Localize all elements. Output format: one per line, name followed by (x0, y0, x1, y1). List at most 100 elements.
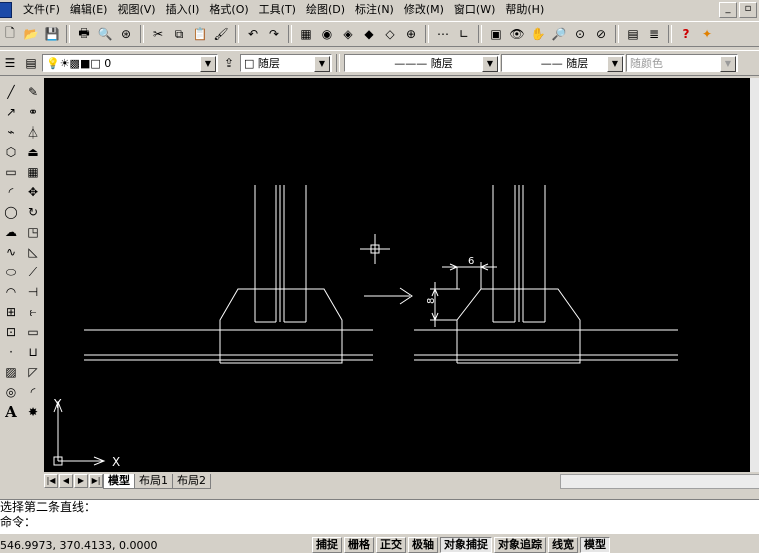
insert-block-icon[interactable]: ⊞ (0, 302, 22, 322)
mtext-icon[interactable]: A (0, 402, 22, 422)
print-icon[interactable]: 🖶 (74, 24, 94, 44)
design-center-icon[interactable]: ▦ (296, 24, 316, 44)
make-object-layer-current-icon[interactable]: ⇪ (219, 53, 239, 73)
help-icon[interactable]: ? (676, 24, 696, 44)
lineweight-dropdown[interactable]: —— 随层 ▼ (501, 54, 625, 72)
circle-icon[interactable]: ◯ (0, 202, 22, 222)
tab-layout2[interactable]: 布局2 (172, 473, 211, 489)
prev-tab-icon[interactable]: ◀ (59, 474, 73, 488)
redo-icon[interactable]: ↷ (264, 24, 284, 44)
layer-dropdown[interactable]: 💡☀▩■□ 0 ▼ (42, 54, 218, 72)
explode-icon[interactable]: ✸ (22, 402, 44, 422)
copy-object-icon[interactable]: ⚭ (22, 102, 44, 122)
fillet-icon[interactable]: ◜ (22, 382, 44, 402)
drawing-canvas[interactable]: 6 8 Y X (44, 78, 750, 472)
match-properties-icon[interactable]: 🖌 (211, 24, 231, 44)
save-icon[interactable]: 💾 (42, 24, 62, 44)
open-icon[interactable]: 📂 (21, 24, 41, 44)
pan-icon[interactable]: ✋ (528, 24, 548, 44)
ellipse-arc-icon[interactable]: ◠ (0, 282, 22, 302)
menu-view[interactable]: 视图(V) (112, 0, 160, 20)
zoom-window-icon[interactable]: ⊙ (570, 24, 590, 44)
properties-icon[interactable]: ◉ (317, 24, 337, 44)
hatch-icon[interactable]: ▨ (0, 362, 22, 382)
chevron-down-icon[interactable]: ▼ (200, 56, 216, 72)
menu-help[interactable]: 帮助(H) (500, 0, 549, 20)
menu-tools[interactable]: 工具(T) (254, 0, 301, 20)
minimize-button[interactable]: _ (719, 2, 737, 18)
paste-icon[interactable]: 📋 (190, 24, 210, 44)
osnap-toggle[interactable]: 对象捕捉 (440, 537, 492, 553)
ellipse-icon[interactable]: ⬭ (0, 262, 22, 282)
layer-previous-icon[interactable]: ▤ (21, 53, 41, 73)
tab-model[interactable]: 模型 (103, 473, 135, 489)
menu-file[interactable]: 文件(F) (18, 0, 65, 20)
polar-toggle[interactable]: 极轴 (408, 537, 438, 553)
arc-icon[interactable]: ◜ (0, 182, 22, 202)
ucs-icon[interactable]: ∟ (454, 24, 474, 44)
move-icon[interactable]: ✥ (22, 182, 44, 202)
revision-cloud-icon[interactable]: ☁ (0, 222, 22, 242)
zoom-previous-icon[interactable]: ⊘ (591, 24, 611, 44)
otrack-toggle[interactable]: 对象追踪 (494, 537, 546, 553)
line-icon[interactable]: ╱ (0, 82, 22, 102)
linetype-dropdown[interactable]: ——— 随层 ▼ (344, 54, 500, 72)
spline-icon[interactable]: ∿ (0, 242, 22, 262)
mirror-icon[interactable]: ⏃ (22, 122, 44, 142)
chevron-down-icon[interactable]: ▼ (607, 56, 623, 72)
chevron-down-icon[interactable]: ▼ (314, 56, 330, 72)
chamfer-icon[interactable]: ◸ (22, 362, 44, 382)
erase-icon[interactable]: ✎ (22, 82, 44, 102)
grid-toggle[interactable]: 栅格 (344, 537, 374, 553)
cut-icon[interactable]: ✂ (148, 24, 168, 44)
menu-edit[interactable]: 编辑(E) (65, 0, 113, 20)
app-icon[interactable] (0, 2, 12, 18)
last-tab-icon[interactable]: ▶| (89, 474, 103, 488)
break-at-point-icon[interactable]: ⥼ (22, 302, 44, 322)
horizontal-scrollbar[interactable] (560, 474, 759, 489)
ortho-toggle[interactable]: 正交 (376, 537, 406, 553)
menu-window[interactable]: 窗口(W) (449, 0, 500, 20)
zoom-realtime-icon[interactable]: 🔎 (549, 24, 569, 44)
polygon-icon[interactable]: ⬡ (0, 142, 22, 162)
tool-palettes-icon[interactable]: ◈ (338, 24, 358, 44)
chevron-down-icon[interactable]: ▼ (482, 56, 498, 72)
point-icon[interactable]: · (0, 342, 22, 362)
calculator-icon[interactable]: ⊕ (401, 24, 421, 44)
color-dropdown[interactable]: □ 随层 ▼ (240, 54, 332, 72)
table-icon[interactable]: ▤ (623, 24, 643, 44)
orbit-icon[interactable]: 👁 (507, 24, 527, 44)
command-prompt[interactable]: 命令： (0, 515, 759, 530)
print-preview-icon[interactable]: 🔍 (95, 24, 115, 44)
new-icon[interactable]: 🗋 (0, 24, 20, 44)
menu-modify[interactable]: 修改(M) (399, 0, 449, 20)
markup-icon[interactable]: ◇ (380, 24, 400, 44)
menu-dimension[interactable]: 标注(N) (350, 0, 399, 20)
rotate-icon[interactable]: ↻ (22, 202, 44, 222)
snap-toggle[interactable]: 捕捉 (312, 537, 342, 553)
named-views-icon[interactable]: ▣ (486, 24, 506, 44)
publish-icon[interactable]: ⊛ (116, 24, 136, 44)
stretch-icon[interactable]: ◺ (22, 242, 44, 262)
menu-format[interactable]: 格式(O) (204, 0, 253, 20)
array-icon[interactable]: ▦ (22, 162, 44, 182)
lineweight-toggle[interactable]: 线宽 (548, 537, 578, 553)
copy-icon[interactable]: ⧉ (169, 24, 189, 44)
next-tab-icon[interactable]: ▶ (74, 474, 88, 488)
scale-icon[interactable]: ◳ (22, 222, 44, 242)
break-icon[interactable]: ▭ (22, 322, 44, 342)
menu-draw[interactable]: 绘图(D) (301, 0, 350, 20)
layer-manager-icon[interactable]: ☰ (0, 53, 20, 73)
sheet-set-icon[interactable]: ◆ (359, 24, 379, 44)
model-space-toggle[interactable]: 模型 (580, 537, 610, 553)
polyline-icon[interactable]: ⌁ (0, 122, 22, 142)
new-features-icon[interactable]: ✦ (697, 24, 717, 44)
first-tab-icon[interactable]: |◀ (44, 474, 58, 488)
restore-button[interactable]: ▫ (739, 2, 757, 18)
vertical-scrollbar[interactable] (750, 78, 759, 472)
rectangle-icon[interactable]: ▭ (0, 162, 22, 182)
tab-layout1[interactable]: 布局1 (134, 473, 173, 489)
menu-insert[interactable]: 插入(I) (161, 0, 205, 20)
join-icon[interactable]: ⊔ (22, 342, 44, 362)
region-icon[interactable]: ◎ (0, 382, 22, 402)
